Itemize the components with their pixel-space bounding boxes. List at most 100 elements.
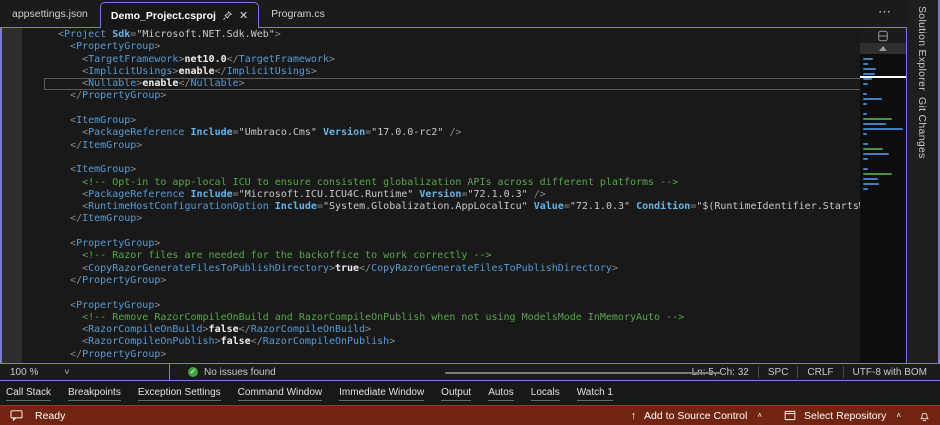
minimap-line — [863, 143, 868, 145]
minimap-line — [863, 58, 873, 60]
minimap-line — [863, 73, 875, 75]
repository-icon — [784, 410, 796, 421]
bell-icon[interactable] — [919, 410, 930, 422]
code-line[interactable]: <Nullable>enable</Nullable> — [44, 78, 864, 90]
code-line[interactable]: </PropertyGroup> — [58, 349, 864, 361]
minimap-line — [863, 188, 868, 190]
code-line[interactable]: </PropertyGroup> — [58, 90, 864, 102]
tab-label: Program.cs — [271, 8, 325, 20]
panel-tab-breakpoints[interactable]: Breakpoints — [68, 387, 121, 401]
editor-group: <Project Sdk="Microsoft.NET.Sdk.Web"> <P… — [2, 28, 906, 363]
code-line[interactable]: <RazorCompileOnPublish>false</RazorCompi… — [58, 336, 864, 348]
code-line[interactable]: </PropertyGroup> — [58, 275, 864, 287]
tab-program-cs[interactable]: Program.cs — [259, 2, 337, 26]
code-line[interactable]: <PropertyGroup> — [58, 238, 864, 250]
add-to-source-control-button[interactable]: Add to Source Control — [644, 410, 747, 422]
horizontal-scrollbar[interactable] — [445, 372, 722, 374]
panel-tab-call-stack[interactable]: Call Stack — [6, 387, 51, 401]
code-line[interactable]: <TargetFramework>net10.0</TargetFramewor… — [58, 54, 864, 66]
tab-appsettings-json[interactable]: appsettings.json — [0, 2, 100, 26]
minimap-line — [863, 153, 889, 155]
line-ending[interactable]: CRLF — [797, 366, 842, 378]
code-line[interactable]: <ItemGroup> — [58, 164, 864, 176]
code-line[interactable]: <!-- Opt-in to app-local ICU to ensure c… — [58, 177, 864, 189]
code-line[interactable]: <ItemGroup> — [58, 115, 864, 127]
minimap-line — [863, 63, 868, 65]
code-line[interactable] — [58, 226, 864, 238]
panel-tab-output[interactable]: Output — [441, 387, 471, 401]
code-line[interactable]: </ItemGroup> — [58, 213, 864, 225]
close-icon[interactable]: ✕ — [239, 9, 248, 22]
code-line[interactable]: <CopyRazorGenerateFilesToPublishDirector… — [58, 263, 864, 275]
panel-tab-locals[interactable]: Locals — [531, 387, 560, 401]
vs-window: appsettings.json Demo_Project.csproj ✕ P… — [0, 0, 940, 425]
minimap-current-line-marker — [860, 76, 906, 78]
code-line[interactable]: <PackageReference Include="Umbraco.Cms" … — [58, 127, 864, 139]
chevron-up-icon[interactable]: ˄ — [896, 411, 901, 420]
indent-mode[interactable]: SPC — [758, 366, 798, 378]
select-repository-button[interactable]: Select Repository — [804, 410, 886, 422]
panel-tab-watch-1[interactable]: Watch 1 — [577, 387, 613, 401]
focus-border-minimap — [906, 27, 907, 363]
focus-border-left — [0, 27, 2, 381]
code-editor[interactable]: <Project Sdk="Microsoft.NET.Sdk.Web"> <P… — [22, 28, 864, 363]
code-line[interactable]: <!-- Razor files are needed for the back… — [58, 250, 864, 262]
zoom-level: 100 % — [10, 367, 38, 378]
pin-icon[interactable] — [222, 10, 233, 21]
tab-label: appsettings.json — [12, 8, 88, 20]
minimap-line — [863, 133, 867, 135]
chevron-up-icon[interactable]: ˄ — [757, 411, 762, 420]
document-tab-bar: appsettings.json Demo_Project.csproj ✕ P… — [0, 0, 906, 28]
status-bar-left: Ready — [10, 410, 65, 422]
status-bar: Ready ↑ Add to Source Control ˄ Select R… — [0, 405, 940, 425]
panel-tab-immediate-window[interactable]: Immediate Window — [339, 387, 424, 401]
issues-indicator[interactable]: ✓ No issues found — [188, 367, 276, 378]
minimap-line — [863, 83, 868, 85]
code-line[interactable]: </ItemGroup> — [58, 140, 864, 152]
minimap-line — [863, 128, 903, 130]
code-line[interactable]: <!-- Remove RazorCompileOnBuild and Razo… — [58, 312, 864, 324]
chevron-down-icon: ˅ — [64, 367, 69, 377]
panel-tab-exception-settings[interactable]: Exception Settings — [138, 387, 221, 401]
code-line[interactable] — [58, 152, 864, 164]
tab-overflow-icon[interactable]: ⋯ — [878, 4, 892, 20]
minimap-line — [863, 98, 882, 100]
code-line[interactable]: <RuntimeHostConfigurationOption Include=… — [58, 201, 864, 213]
minimap-line — [863, 148, 883, 150]
minimap-line — [863, 178, 878, 180]
sidebar-tab-solution-explorer[interactable]: Solution Explorer — [916, 6, 928, 91]
minimap-line — [863, 93, 867, 95]
code-line[interactable]: <PackageReference Include="Microsoft.ICU… — [58, 189, 864, 201]
panel-tab-command-window[interactable]: Command Window — [238, 387, 322, 401]
minimap-line — [863, 173, 892, 175]
panel-tab-autos[interactable]: Autos — [488, 387, 514, 401]
code-line[interactable]: <PropertyGroup> — [58, 41, 864, 53]
minimap[interactable] — [860, 28, 906, 363]
split-window-icon[interactable] — [860, 28, 906, 43]
minimap-line — [863, 108, 906, 110]
editor-status-row: 100 % ˅ ✓ No issues found Ln: 5, Ch: 32 … — [0, 363, 940, 381]
feedback-icon[interactable] — [10, 410, 23, 421]
encoding[interactable]: UTF-8 with BOM — [843, 366, 936, 378]
code-line[interactable]: <ImplicitUsings>enable</ImplicitUsings> — [58, 66, 864, 78]
minimap-line — [863, 168, 868, 170]
tab-demo-project-csproj[interactable]: Demo_Project.csproj ✕ — [100, 2, 259, 28]
ready-label: Ready — [35, 410, 65, 422]
code-line[interactable] — [58, 287, 864, 299]
minimap-line — [863, 103, 867, 105]
minimap-line — [863, 68, 876, 70]
code-line[interactable]: <Project Sdk="Microsoft.NET.Sdk.Web"> — [58, 29, 864, 41]
code-line[interactable]: <RazorCompileOnBuild>false</RazorCompile… — [58, 324, 864, 336]
zoom-control[interactable]: 100 % ˅ — [0, 364, 170, 380]
scrollbar-up-arrow[interactable] — [860, 43, 906, 54]
breakpoint-gutter[interactable] — [2, 28, 22, 363]
code-line[interactable] — [58, 103, 864, 115]
up-triangle-icon — [879, 46, 887, 51]
sidebar-tab-git-changes[interactable]: Git Changes — [916, 97, 928, 159]
status-bar-right: ↑ Add to Source Control ˄ Select Reposit… — [631, 410, 930, 422]
right-tool-strip: Solution Explorer Git Changes — [908, 0, 938, 363]
minimap-content[interactable] — [860, 54, 906, 363]
code-line[interactable]: <PropertyGroup> — [58, 300, 864, 312]
minimap-line — [863, 113, 867, 115]
minimap-line — [863, 118, 892, 120]
